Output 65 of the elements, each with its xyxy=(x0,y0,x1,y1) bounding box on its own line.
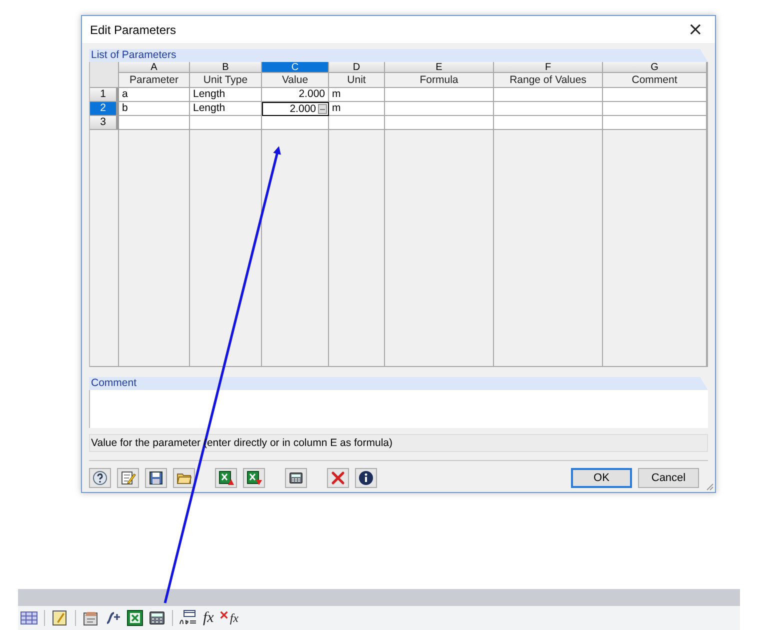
remove-function-button[interactable]: fx xyxy=(228,609,240,627)
spinner-icon[interactable] xyxy=(318,104,327,114)
help-button[interactable] xyxy=(89,468,111,488)
section-header: List of Parameters xyxy=(89,49,708,62)
column-letter-header[interactable]: A xyxy=(119,62,190,73)
function-button[interactable]: fx xyxy=(201,609,216,627)
spreadsheet-import-icon xyxy=(246,470,262,486)
column-header: Range of Values xyxy=(494,73,603,88)
help-icon xyxy=(92,470,108,486)
edit-button[interactable] xyxy=(117,468,139,488)
section-header: Comment xyxy=(89,377,708,390)
column-letter-header[interactable]: E xyxy=(385,62,494,73)
column-letter-header[interactable]: B xyxy=(190,62,262,73)
close-button[interactable]: × xyxy=(684,19,707,40)
table-cell: m xyxy=(329,88,385,102)
row-header[interactable]: 3 xyxy=(90,116,119,130)
corner-header xyxy=(90,62,119,88)
cancel-button[interactable]: Cancel xyxy=(638,468,699,488)
row-header[interactable]: 1 xyxy=(90,88,119,102)
column-letter-header[interactable]: F xyxy=(494,62,603,73)
resize-grip-icon[interactable] xyxy=(704,481,714,491)
calculator-icon xyxy=(288,470,304,486)
table-cell: m xyxy=(329,102,385,116)
table-cell xyxy=(190,116,262,130)
table-cell xyxy=(262,116,329,130)
column-header: Comment xyxy=(603,73,707,88)
table-cell xyxy=(119,116,190,130)
clipboard-icon[interactable] xyxy=(82,609,100,627)
table-icon[interactable] xyxy=(20,609,38,627)
value-input-field[interactable]: 2.000 xyxy=(262,102,329,116)
table-cell: b xyxy=(119,102,190,116)
save-icon xyxy=(148,470,164,486)
spreadsheet-export-button[interactable] xyxy=(215,468,237,488)
edit-icon xyxy=(120,470,136,486)
delete-icon xyxy=(330,470,346,486)
table-cell: a xyxy=(119,88,190,102)
column-letter-header[interactable]: C xyxy=(262,62,329,73)
edit-icon[interactable] xyxy=(51,609,69,627)
info-icon xyxy=(358,470,374,486)
comment-field[interactable] xyxy=(89,390,708,428)
column-header: Unit xyxy=(329,73,385,88)
column-header: Value xyxy=(262,73,329,88)
function-edit-icon[interactable] xyxy=(104,609,122,627)
spreadsheet-export-icon xyxy=(218,470,234,486)
column-letter-header[interactable]: D xyxy=(329,62,385,73)
table-cell: Length xyxy=(190,88,262,102)
spreadsheet-icon[interactable] xyxy=(126,609,144,627)
table-cell xyxy=(329,116,385,130)
calculator-button[interactable] xyxy=(285,468,307,488)
save-button[interactable] xyxy=(145,468,167,488)
column-header: Unit Type xyxy=(190,73,262,88)
calculator-icon[interactable] xyxy=(148,609,166,627)
table-cell: Length xyxy=(190,102,262,116)
delete-button[interactable] xyxy=(327,468,349,488)
ok-button[interactable]: OK xyxy=(571,468,632,488)
parameter-field-icon[interactable] xyxy=(179,609,197,627)
table-cell: 2.000 xyxy=(262,88,329,102)
folder-button[interactable] xyxy=(173,468,195,488)
window-title: Edit Parameters xyxy=(90,22,176,36)
column-letter-header[interactable]: G xyxy=(603,62,707,73)
info-button[interactable] xyxy=(355,468,377,488)
column-header: Formula xyxy=(385,73,494,88)
row-header[interactable]: 2 xyxy=(90,102,119,116)
spreadsheet-import-button[interactable] xyxy=(243,468,265,488)
column-header: Parameter xyxy=(119,73,190,88)
